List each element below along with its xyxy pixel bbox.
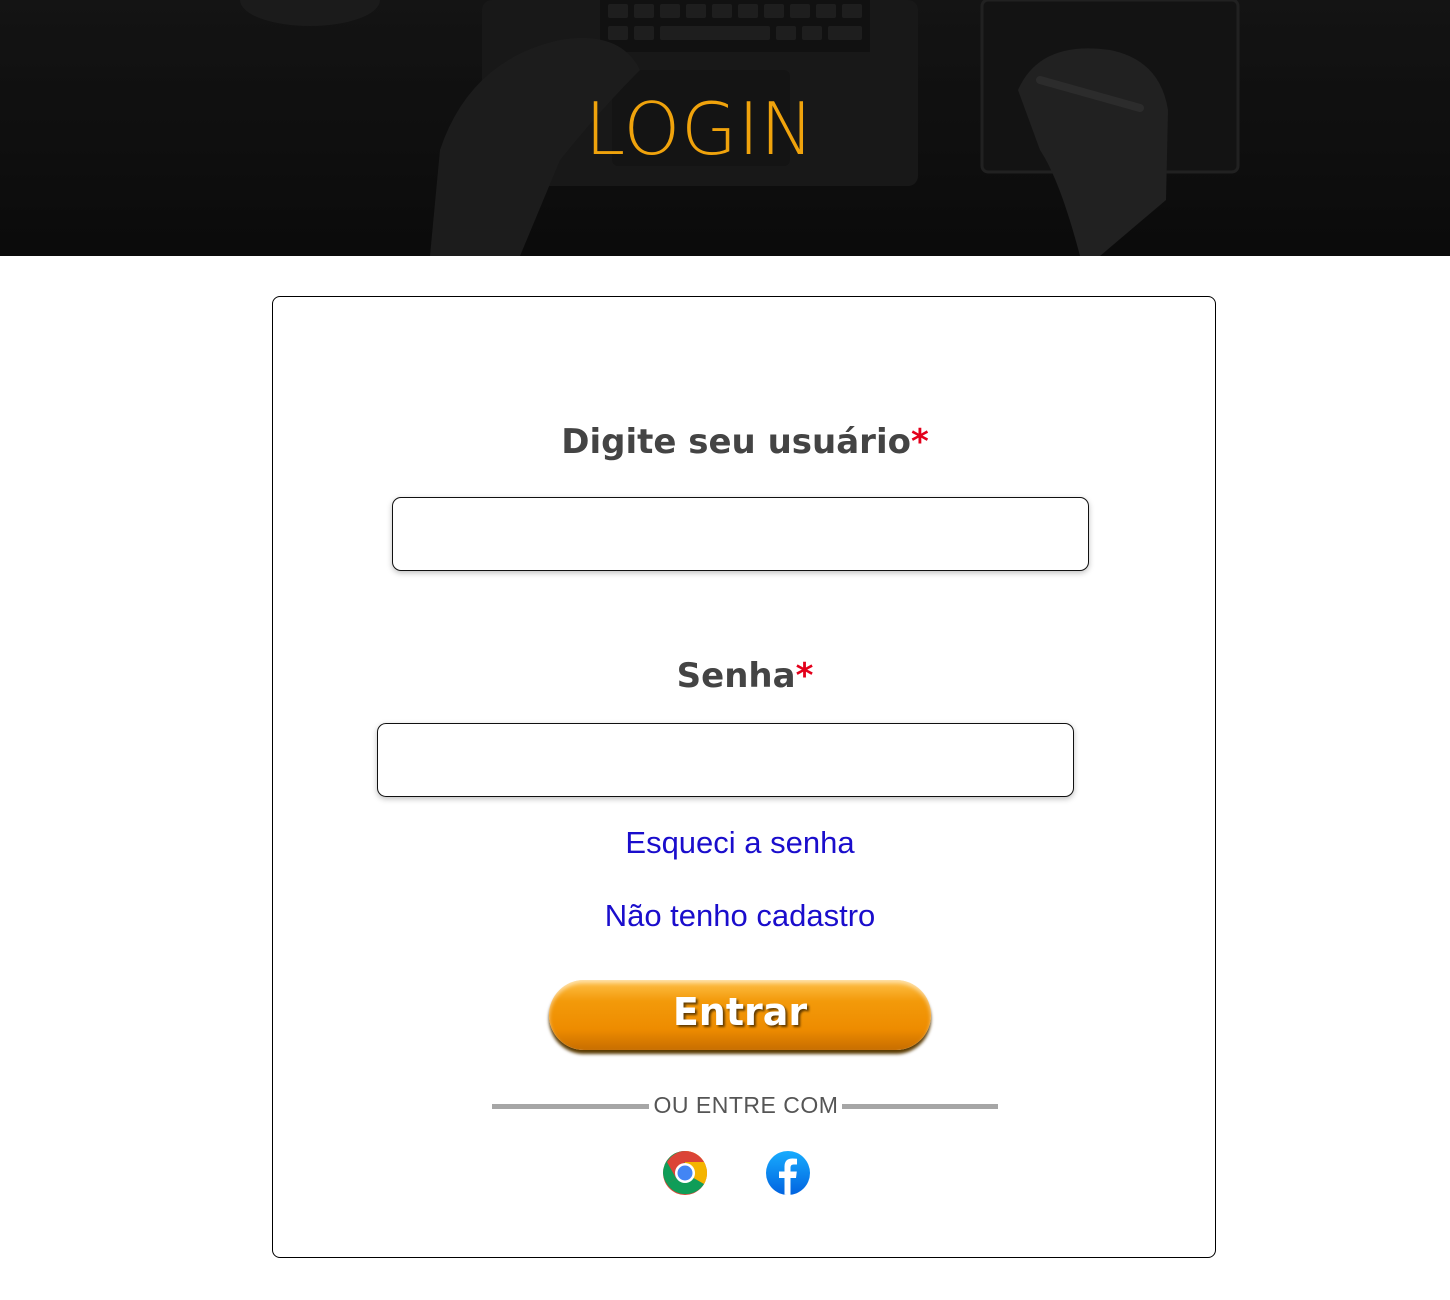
username-input[interactable] (392, 497, 1089, 571)
divider-line (492, 1104, 649, 1109)
username-label: Digite seu usuário* (273, 421, 1217, 463)
required-asterisk: * (910, 422, 929, 462)
forgot-password-link[interactable]: Esqueci a senha (273, 823, 1207, 863)
google-login-button[interactable] (662, 1150, 708, 1196)
facebook-icon (766, 1151, 810, 1196)
divider-line (842, 1104, 998, 1109)
required-asterisk: * (795, 656, 814, 696)
enter-button[interactable]: Entrar (549, 980, 931, 1050)
divider-text: OU ENTRE COM (653, 1092, 839, 1118)
login-card: Digite seu usuário* Senha* Esqueci a sen… (272, 296, 1216, 1258)
password-label-text: Senha (676, 656, 796, 696)
hero-banner: LOGIN (0, 0, 1450, 256)
facebook-login-button[interactable] (765, 1150, 811, 1196)
chrome-icon (663, 1151, 707, 1195)
password-input[interactable] (377, 723, 1074, 797)
social-divider: OU ENTRE COM (492, 1090, 998, 1120)
register-link[interactable]: Não tenho cadastro (273, 896, 1207, 936)
username-label-text: Digite seu usuário (561, 422, 911, 462)
password-label: Senha* (273, 655, 1217, 697)
page-title: LOGIN (584, 87, 816, 171)
